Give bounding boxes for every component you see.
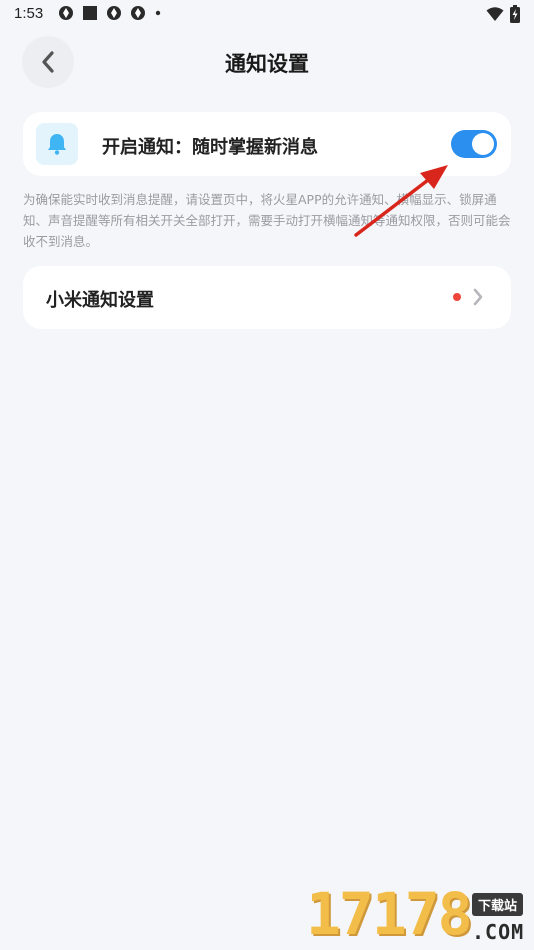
watermark-digits: 17178 [306,880,473,948]
status-icons-right [486,5,520,23]
aperture-icon [131,6,145,20]
square-icon [83,6,97,20]
aperture-icon [59,6,73,20]
watermark-logo: 17178 下载站 .COM [306,880,534,950]
bell-icon [48,134,66,155]
status-bar: 1:53 [0,0,534,30]
status-icons-left [58,5,162,21]
xiaomi-settings-item[interactable]: 小米通知设置 [23,266,511,329]
status-time: 1:53 [14,5,44,22]
watermark-suffix: .COM [472,920,525,944]
dot-icon [155,10,161,16]
red-dot-badge [453,293,461,301]
page-title: 通知设置 [225,52,309,76]
annotation-arrow-icon [354,165,448,237]
battery-charging-icon [510,5,520,23]
notify-toggle[interactable] [451,130,497,158]
watermark-badge: 下载站 [472,893,524,916]
bell-icon-box [36,123,78,165]
chevron-right-icon [473,288,483,306]
toggle-knob [472,133,494,155]
header: 通知设置 [0,30,534,96]
xiaomi-settings-label: 小米通知设置 [46,290,154,311]
aperture-icon [107,6,121,20]
notify-label: 开启通知：随时掌握新消息 [102,137,318,158]
wifi-icon [486,7,504,21]
